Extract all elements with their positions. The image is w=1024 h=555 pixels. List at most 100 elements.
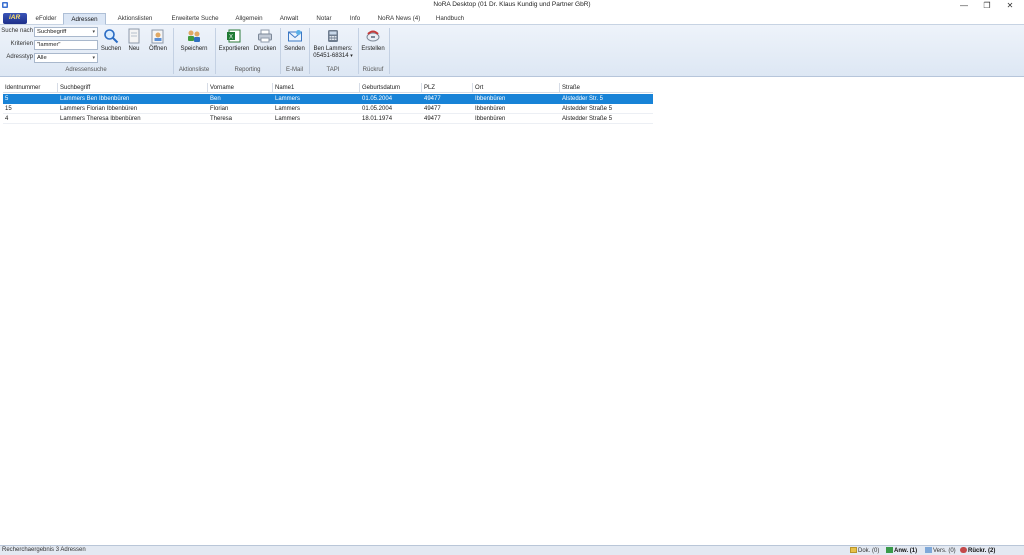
- status-rueckr-label: Rückr. (2): [968, 548, 996, 554]
- ribbon-tab-row: iAR eFolder Adressen Aktionslisten Erwei…: [0, 12, 1024, 25]
- status-dok[interactable]: Dok. (0): [850, 547, 879, 554]
- app-menu-button[interactable]: iAR: [3, 13, 27, 24]
- table-row[interactable]: 15 Lammers Florian Ibbenbüren Florian La…: [3, 104, 653, 114]
- rueckruf-group-label: Rückruf: [362, 67, 384, 73]
- cell-plz: 49477: [424, 106, 441, 112]
- check-icon: [925, 547, 932, 553]
- cell-identnummer: 4: [5, 116, 9, 122]
- column-header-vorname[interactable]: Vorname: [208, 83, 273, 93]
- tab-adressen[interactable]: Adressen: [63, 13, 106, 25]
- adresstyp-combo[interactable]: Alle ▾: [34, 53, 98, 63]
- column-header-strasse[interactable]: Straße: [560, 83, 653, 93]
- status-rueckr[interactable]: Rückr. (2): [960, 547, 995, 554]
- neu-label: Neu: [128, 46, 140, 52]
- kriterien-value: "lammer": [37, 42, 61, 48]
- tab-erweiterte-suche[interactable]: Erweiterte Suche: [164, 13, 226, 25]
- senden-label: Senden: [284, 46, 305, 52]
- cell-geburtsdatum: 01.05.2004: [362, 96, 393, 102]
- app-menu-label: iAR: [9, 14, 21, 21]
- tab-nora-news[interactable]: NoRA News (4): [372, 13, 426, 25]
- column-header-suchbegriff[interactable]: Suchbegriff: [58, 83, 208, 93]
- callback-icon: [366, 30, 380, 42]
- cell-strasse: Alstedder Str. 5: [562, 96, 604, 102]
- tab-aktionslisten[interactable]: Aktionslisten: [109, 13, 161, 25]
- column-header-name1[interactable]: Name1: [273, 83, 360, 93]
- cell-suchbegriff: Lammers Theresa Ibbenbüren: [60, 116, 141, 122]
- cell-suchbegriff: Lammers Florian Ibbenbüren: [60, 106, 138, 112]
- cell-vorname: Florian: [210, 106, 229, 112]
- oeffnen-button[interactable]: Öffnen: [146, 28, 170, 52]
- drucken-button[interactable]: Drucken: [252, 28, 278, 52]
- cell-ort: Ibbenbüren: [475, 96, 506, 102]
- window-title: NoRA Desktop (01 Dr. Klaus Kundig und Pa…: [433, 1, 591, 8]
- phone-icon: [328, 30, 338, 42]
- chevron-down-icon: ▾: [350, 53, 353, 59]
- tab-handbuch[interactable]: Handbuch: [428, 13, 472, 25]
- speichern-label: Speichern: [180, 46, 208, 52]
- column-header-plz[interactable]: PLZ: [422, 83, 473, 93]
- neu-button[interactable]: Neu: [124, 28, 144, 52]
- tab-info[interactable]: Info: [342, 13, 368, 25]
- suchen-button[interactable]: Suchen: [99, 28, 123, 52]
- close-button[interactable]: ✕: [999, 0, 1021, 12]
- kriterien-input[interactable]: "lammer": [34, 40, 98, 50]
- erstellen-button[interactable]: Erstellen: [359, 28, 387, 52]
- flag-icon: [886, 547, 893, 553]
- group-separator: [389, 28, 390, 74]
- speichern-button[interactable]: Speichern: [177, 28, 211, 52]
- tab-efolder[interactable]: eFolder: [30, 13, 62, 25]
- suche-nach-label: Suche nach: [1, 28, 33, 34]
- cell-ort: Ibbenbüren: [475, 106, 506, 112]
- tapi-number-row: 05451-68314 ▾: [311, 53, 355, 59]
- reporting-group-label: Reporting: [234, 67, 261, 73]
- tab-anwalt[interactable]: Anwalt: [273, 13, 305, 25]
- erstellen-label: Erstellen: [361, 46, 385, 52]
- drucken-label: Drucken: [253, 46, 277, 52]
- status-anw[interactable]: Anw. (1): [886, 547, 917, 554]
- cell-identnummer: 5: [5, 96, 9, 102]
- status-bar: Recherchaergebnis 3 Adressen Dok. (0) An…: [0, 545, 1024, 555]
- table-row[interactable]: 4 Lammers Theresa Ibbenbüren Theresa Lam…: [3, 114, 653, 124]
- suchen-label: Suchen: [100, 46, 122, 52]
- column-header-geburtsdatum[interactable]: Geburtsdatum: [360, 83, 422, 93]
- chevron-down-icon: ▾: [92, 29, 95, 35]
- save-people-icon: [188, 30, 200, 42]
- cell-name1: Lammers: [275, 106, 301, 112]
- column-header-identnummer[interactable]: Identnummer: [3, 83, 58, 93]
- excel-export-icon: X: [227, 29, 241, 43]
- column-header-ort[interactable]: Ort: [473, 83, 560, 93]
- cell-geburtsdatum: 01.05.2004: [362, 106, 393, 112]
- adresstyp-value: Alle: [37, 55, 47, 61]
- search-icon: [104, 29, 119, 44]
- cell-suchbegriff: Lammers Ben Ibbenbüren: [60, 96, 130, 102]
- ribbon: Suche nach Suchbegriff ▾ Kriterien "lamm…: [0, 25, 1024, 77]
- cell-strasse: Alstedder Straße 5: [562, 116, 613, 122]
- cell-vorname: Ben: [210, 96, 221, 102]
- tab-notar[interactable]: Notar: [308, 13, 340, 25]
- open-address-icon: [151, 29, 164, 44]
- table-row[interactable]: 5 Lammers Ben Ibbenbüren Ben Lammers 01.…: [3, 94, 653, 104]
- printer-icon: [258, 29, 272, 43]
- senden-button[interactable]: Senden: [282, 28, 307, 52]
- minimize-button[interactable]: —: [953, 0, 975, 12]
- exportieren-button[interactable]: X Exportieren: [217, 28, 251, 52]
- tapi-group-label: TAPI: [326, 67, 340, 73]
- callback-icon: [960, 547, 967, 553]
- suche-nach-combo[interactable]: Suchbegriff ▾: [34, 27, 98, 37]
- status-vers[interactable]: Vers. (0): [925, 547, 956, 554]
- tapi-call-button[interactable]: Ben Lammers: 05451-68314 ▾: [311, 28, 355, 59]
- chevron-down-icon: ▾: [92, 55, 95, 61]
- tab-allgemein[interactable]: Allgemein: [228, 13, 270, 25]
- cell-geburtsdatum: 18.01.1974: [362, 116, 393, 122]
- status-text: Recherchaergebnis 3 Adressen: [2, 547, 86, 553]
- maximize-button[interactable]: ❐: [976, 0, 998, 12]
- oeffnen-label: Öffnen: [149, 46, 167, 52]
- status-vers-label: Vers. (0): [933, 548, 956, 554]
- cell-name1: Lammers: [275, 116, 301, 122]
- kriterien-label: Kriterien: [10, 41, 33, 47]
- title-bar: NoRA Desktop (01 Dr. Klaus Kundig und Pa…: [0, 0, 1024, 12]
- cell-identnummer: 15: [5, 106, 12, 112]
- cell-plz: 49477: [424, 116, 441, 122]
- email-icon: [287, 30, 302, 42]
- cell-vorname: Theresa: [210, 116, 233, 122]
